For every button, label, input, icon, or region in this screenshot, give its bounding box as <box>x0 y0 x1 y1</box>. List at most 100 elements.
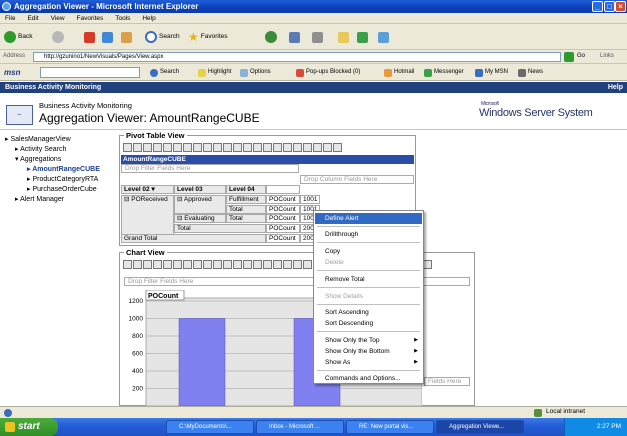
drop-filter-zone[interactable]: Drop Filter Fields Here <box>121 164 299 173</box>
toolbar-icon[interactable] <box>123 259 132 269</box>
forward-button[interactable] <box>52 29 64 45</box>
taskbar-item-active[interactable]: Aggregation Viewe... <box>436 420 524 434</box>
hotmail-link[interactable]: Hotmail <box>384 67 414 78</box>
mail-button[interactable] <box>289 29 300 45</box>
toolbar-icon[interactable] <box>183 142 192 152</box>
toolbar-icon[interactable] <box>243 142 252 152</box>
news-link[interactable]: News <box>518 67 543 78</box>
menu-item-remove-total[interactable]: Remove Total <box>315 274 422 285</box>
toolbar-icon[interactable] <box>293 259 302 269</box>
msn-search-input[interactable] <box>40 67 140 78</box>
toolbar-icon[interactable] <box>273 259 282 269</box>
home-button[interactable] <box>121 29 132 45</box>
toolbar-icon[interactable] <box>163 259 172 269</box>
back-button[interactable]: Back <box>4 29 32 45</box>
toolbar-icon[interactable] <box>253 142 262 152</box>
pivot-row-header[interactable]: ⊟ Approved <box>174 195 226 214</box>
toolbar-icon[interactable] <box>263 142 272 152</box>
menu-edit[interactable]: Edit <box>22 13 43 24</box>
toolbar-icon[interactable] <box>173 142 182 152</box>
highlight-button[interactable]: Highlight <box>198 67 231 78</box>
bar[interactable] <box>178 318 226 407</box>
toolbar-icon[interactable] <box>293 142 302 152</box>
menu-item-show-only-bottom[interactable]: Show Only the Bottom ▶ <box>315 346 422 357</box>
pivot-data-value[interactable]: 1001 <box>300 195 320 204</box>
toolbar-icon[interactable] <box>263 259 272 269</box>
toolbar-icon[interactable] <box>133 259 142 269</box>
toolbar-icon[interactable] <box>303 259 312 269</box>
toolbar-icon[interactable] <box>283 142 292 152</box>
menu-file[interactable]: File <box>0 13 20 24</box>
toolbar-icon[interactable] <box>203 142 212 152</box>
menu-view[interactable]: View <box>46 13 70 24</box>
toolbar-icon[interactable] <box>133 142 142 152</box>
toolbar-icon[interactable] <box>243 259 252 269</box>
nav-item-aggregations[interactable]: ▾ Aggregations <box>15 155 61 163</box>
pivot-row-header[interactable]: Total <box>226 205 266 214</box>
links-label[interactable]: Links <box>600 53 614 59</box>
search-button[interactable]: Search <box>145 29 180 45</box>
level-04-header[interactable]: Level 04 <box>226 185 266 194</box>
msn-logo[interactable]: msn <box>4 67 20 78</box>
taskbar-item[interactable]: C:\MyDocuments\... <box>166 420 254 434</box>
close-button[interactable]: × <box>615 1 626 12</box>
toolbar-icon[interactable] <box>123 142 132 152</box>
toolbar-icon[interactable] <box>273 142 282 152</box>
menu-item-delete[interactable]: Delete <box>315 257 422 268</box>
toolbar-icon[interactable] <box>283 259 292 269</box>
sort-desc-icon[interactable] <box>183 259 192 269</box>
sort-asc-icon[interactable] <box>143 142 152 152</box>
address-input[interactable]: http://gzunino1/NewVisuals/Pages/View.as… <box>33 52 561 62</box>
pivot-row-header[interactable]: Total <box>226 214 266 223</box>
menu-item-copy[interactable]: Copy <box>315 246 422 257</box>
toolbar-icon[interactable] <box>233 142 242 152</box>
media-button[interactable] <box>265 29 277 45</box>
nav-item-activity-search[interactable]: ▸ Activity Search <box>15 145 66 153</box>
toolbar-icon[interactable] <box>303 142 312 152</box>
nav-item-purchaseordercube[interactable]: ▸ PurchaseOrderCube <box>27 185 97 193</box>
favorites-button[interactable]: ★ Favorites <box>188 29 228 45</box>
toolbar-icon[interactable] <box>213 142 222 152</box>
toolbar-icon[interactable] <box>223 142 232 152</box>
toolbar-icon[interactable] <box>323 142 332 152</box>
nav-item-alert-manager[interactable]: ▸ Alert Manager <box>15 195 64 203</box>
toolbar-icon[interactable] <box>233 259 242 269</box>
toolbar-icon[interactable] <box>213 259 222 269</box>
taskbar-item[interactable]: RE: New portal vis... <box>346 420 434 434</box>
menu-item-drillthrough[interactable]: Drillthrough <box>315 229 422 240</box>
messenger-link[interactable]: Messenger <box>424 67 464 78</box>
mymsn-link[interactable]: My MSN <box>475 67 508 78</box>
nav-root[interactable]: ▸ SalesManagerView <box>5 135 71 143</box>
toolbar-icon[interactable] <box>253 259 262 269</box>
help-icon[interactable] <box>333 142 342 152</box>
pivot-row-header[interactable]: Total <box>174 224 266 233</box>
pivot-row-header[interactable]: ⊟ POReceived <box>121 195 174 235</box>
toolbar-icon[interactable] <box>153 259 162 269</box>
clock[interactable]: 2:27 PM <box>597 423 621 430</box>
messenger-button[interactable] <box>357 29 368 45</box>
level-03-header[interactable]: Level 03 <box>174 185 226 194</box>
sort-desc-icon[interactable] <box>153 142 162 152</box>
nav-item-productcategoryrta[interactable]: ▸ ProductCategoryRTA <box>27 175 98 183</box>
go-button[interactable]: Go <box>577 53 585 59</box>
toolbar-icon[interactable] <box>203 259 212 269</box>
grand-total-header[interactable]: Grand Total <box>121 234 266 243</box>
level-02-header[interactable]: Level 02 ▾ <box>121 185 174 194</box>
menu-item-show-as[interactable]: Show As ▶ <box>315 357 422 368</box>
toolbar-icon[interactable] <box>223 259 232 269</box>
drop-column-zone[interactable]: Drop Column Fields Here <box>300 175 414 184</box>
stop-button[interactable] <box>84 29 95 45</box>
menu-help[interactable]: Help <box>137 13 160 24</box>
popups-blocked-button[interactable]: Pop-ups Blocked (0) <box>296 67 360 78</box>
folder-button[interactable] <box>338 29 349 45</box>
chart-drop-fields-zone[interactable]: Fields Here <box>424 377 470 386</box>
print-button[interactable] <box>312 29 323 45</box>
menu-item-sort-ascending[interactable]: Sort Ascending <box>315 307 422 318</box>
menu-favorites[interactable]: Favorites <box>72 13 109 24</box>
start-button[interactable]: start <box>0 418 58 436</box>
menu-tools[interactable]: Tools <box>110 13 135 24</box>
msn-search-button[interactable]: Search <box>150 67 179 78</box>
nav-item-amountrangecube[interactable]: ▸ AmountRangeCUBE <box>27 165 100 173</box>
sort-asc-icon[interactable] <box>173 259 182 269</box>
refresh-button[interactable] <box>102 29 113 45</box>
